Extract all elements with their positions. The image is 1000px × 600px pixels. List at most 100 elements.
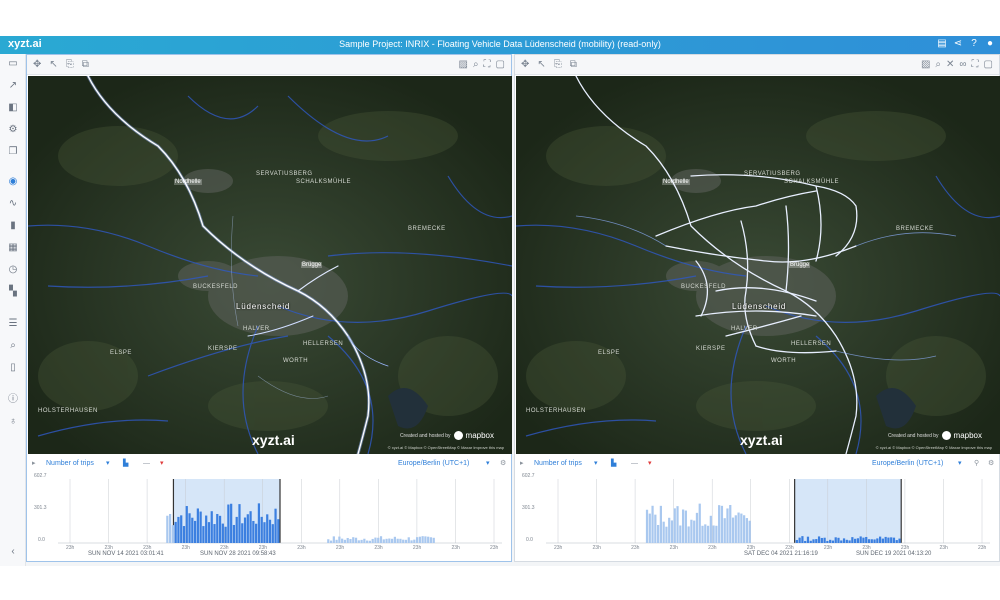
histogram-bar — [188, 513, 191, 543]
gear-icon[interactable]: ⚙ — [500, 459, 506, 468]
histogram-bar — [862, 537, 865, 543]
chart-line-icon[interactable]: ↗ — [7, 80, 19, 92]
bar-chart-icon[interactable]: ▙ — [611, 459, 616, 468]
image-icon[interactable]: ▨ — [921, 59, 930, 70]
image-icon[interactable]: ▨ — [458, 59, 467, 70]
x-tick: 23h — [823, 545, 833, 551]
y-tick: 301.3 — [34, 505, 47, 511]
bulb-icon[interactable]: ♁ — [7, 416, 19, 428]
place-label: KIERSPE — [696, 346, 726, 352]
histogram-bar — [216, 513, 219, 543]
search-icon[interactable]: ⌕ — [7, 340, 19, 352]
selection-end-label: SUN DEC 19 2021 04:13:20 — [856, 551, 932, 557]
histogram-bar — [421, 536, 424, 543]
play-icon[interactable]: ▸ — [520, 459, 524, 468]
x-tick: 23h — [181, 545, 190, 551]
histogram-bar — [895, 540, 898, 543]
histogram-bar — [227, 504, 230, 543]
timeline-canvas[interactable] — [516, 471, 1000, 561]
x-tick: 23h — [297, 545, 306, 551]
bar-chart-icon[interactable]: ▮ — [7, 220, 19, 232]
grid-icon[interactable]: ▚ — [7, 286, 19, 298]
info-icon[interactable]: ⓘ — [7, 394, 19, 406]
histogram-bar — [366, 540, 369, 543]
timezone-select[interactable]: Europe/Berlin (UTC+1) — [872, 459, 943, 468]
histogram-bar — [371, 538, 374, 543]
globe-icon[interactable]: ◉ — [7, 176, 19, 188]
timeline-chart[interactable]: 602.7 301.3 0.0 23h 23h 23h 23h 23h 23h 23h 23h… — [28, 471, 512, 561]
document-icon[interactable]: ▤ — [936, 38, 948, 50]
histogram-bar — [712, 525, 715, 543]
play-icon[interactable]: ▸ — [32, 459, 36, 468]
histogram-bar — [374, 537, 377, 543]
copy-icon[interactable]: ❐ — [7, 146, 19, 158]
window-icon[interactable]: ▢ — [984, 59, 993, 70]
lock-icon[interactable]: ⚲ — [974, 459, 979, 468]
x-tick: 23h — [451, 545, 460, 551]
fullscreen-icon[interactable]: ⛶ — [972, 59, 979, 70]
clock-icon[interactable]: ◷ — [7, 264, 19, 276]
x-tick: 23h — [374, 545, 383, 551]
city-label: Lüdenscheid — [732, 302, 787, 311]
chevron-down-icon[interactable]: ▾ — [958, 459, 962, 468]
place-label-north: Nordhelle — [174, 179, 202, 185]
metric-select[interactable]: Number of trips — [534, 459, 582, 468]
metric-select[interactable]: Number of trips — [46, 459, 94, 468]
map-attribution[interactable]: © xyzt.ai © Mapbox © OpenStreetMap © Max… — [876, 445, 992, 450]
timezone-select[interactable]: Europe/Berlin (UTC+1) — [398, 459, 469, 468]
timeline-canvas[interactable] — [28, 471, 512, 561]
move-icon[interactable]: ✥ — [521, 59, 529, 70]
histogram-bar — [202, 526, 205, 543]
link-icon[interactable]: ∞ — [959, 59, 966, 70]
histogram-bar — [193, 520, 197, 543]
layers-icon[interactable]: ◧ — [7, 102, 19, 114]
map-attribution[interactable]: © xyzt.ai © Mapbox © OpenStreetMap © Max… — [388, 445, 504, 450]
histogram-bar — [196, 508, 199, 543]
y-tick: 602.7 — [522, 473, 535, 479]
close-icon[interactable]: ✕ — [946, 59, 954, 70]
histogram-bar — [207, 522, 211, 543]
table-icon[interactable]: ▦ — [7, 242, 19, 254]
collapse-icon[interactable]: ‹ — [7, 546, 19, 558]
map-view[interactable]: Lüdenscheid Nordhelle Brügge ELSPE HALVE… — [516, 76, 1000, 454]
pointer-icon[interactable]: ↖ — [49, 59, 57, 70]
bar-chart-icon[interactable]: ▙ — [123, 459, 128, 468]
chevron-down-icon[interactable]: ▾ — [594, 459, 598, 468]
compare-icon[interactable]: ⧉ — [82, 59, 89, 70]
timeline-chart[interactable]: 602.7 301.3 0.0 23h 23h 23h 23h 23h 23h 23h 23h… — [516, 471, 1000, 561]
mapbox-logo[interactable]: Created and hosted by mapbox — [888, 431, 982, 440]
color-chevron-icon[interactable]: ▾ — [160, 459, 164, 468]
fullscreen-icon[interactable]: ⛶ — [484, 59, 491, 70]
histogram-bar — [715, 525, 718, 543]
histogram-bar — [654, 514, 657, 543]
window-icon[interactable]: ▢ — [496, 59, 505, 70]
color-chevron-icon[interactable]: ▾ — [648, 459, 652, 468]
mapbox-logo[interactable]: Created and hosted by mapbox — [400, 431, 494, 440]
histogram-bar — [402, 539, 405, 543]
histogram-bar — [873, 539, 876, 543]
share-icon[interactable]: ⋖ — [952, 38, 964, 50]
compare-icon[interactable]: ⧉ — [570, 59, 577, 70]
chevron-down-icon[interactable]: ▾ — [106, 459, 110, 468]
zoom-icon[interactable]: ⌕ — [935, 59, 941, 70]
zoom-icon[interactable]: ⌕ — [473, 59, 479, 70]
chevron-down-icon[interactable]: ▾ — [486, 459, 490, 468]
gear-icon[interactable]: ⚙ — [988, 459, 994, 468]
settings-icon[interactable]: ⚙ — [7, 124, 19, 136]
export-icon[interactable]: ⎘ — [554, 59, 562, 70]
pointer-icon[interactable]: ↖ — [537, 59, 545, 70]
move-icon[interactable]: ✥ — [33, 59, 41, 70]
title-bar: xyzt.ai Sample Project: INRIX - Floating… — [0, 36, 1000, 54]
map-icon[interactable]: ▯ — [7, 362, 19, 374]
map-view[interactable]: Lüdenscheid Nordhelle Brügge ELSPE HALVE… — [28, 76, 512, 454]
place-label: SERVATIUSBERG — [744, 171, 801, 177]
export-icon[interactable]: ⎘ — [66, 59, 74, 70]
list-icon[interactable]: ☰ — [7, 318, 19, 330]
folder-icon[interactable]: ▭ — [7, 58, 19, 70]
histogram-bar — [740, 513, 743, 543]
histogram-bar — [837, 537, 840, 543]
trend-icon[interactable]: ∿ — [7, 198, 19, 210]
user-icon[interactable]: ● — [984, 38, 996, 50]
place-label-north: Nordhelle — [662, 179, 690, 185]
help-icon[interactable]: ? — [968, 38, 980, 50]
